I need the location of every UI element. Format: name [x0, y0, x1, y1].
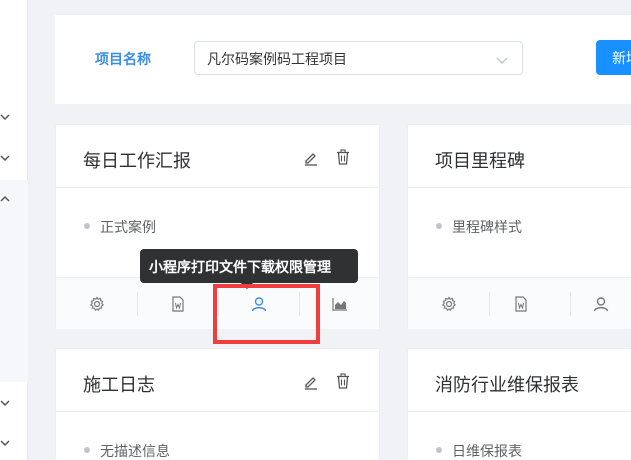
card-title: 施工日志 [83, 375, 155, 396]
tooltip: 小程序打印文件下载权限管理 [140, 249, 358, 289]
word-file-icon [514, 296, 528, 316]
settings-button[interactable] [408, 278, 489, 330]
tooltip-text: 小程序打印文件下载权限管理 [149, 260, 331, 276]
word-file-button[interactable] [480, 278, 561, 330]
list-item: 里程碑样式 [436, 217, 522, 237]
card-divider [56, 187, 379, 188]
card-divider [408, 187, 631, 188]
chevron-down-icon [496, 53, 508, 69]
report-card: 施工日志 无描述信息 [55, 348, 380, 460]
edit-icon[interactable] [303, 150, 319, 170]
report-card: 项目里程碑 里程碑样式 [407, 124, 631, 329]
project-name-label: 项目名称 [95, 52, 151, 68]
chevron-up-icon[interactable] [0, 194, 10, 204]
bullet-dot [436, 223, 442, 229]
word-file-icon [171, 296, 185, 316]
chevron-down-icon[interactable] [0, 112, 10, 122]
trash-icon[interactable] [335, 373, 351, 394]
card-title: 消防行业维保报表 [435, 375, 579, 396]
sidebar [0, 0, 28, 460]
report-card: 消防行业维保报表 日维保报表 [407, 348, 631, 460]
gear-icon [441, 296, 457, 316]
chevron-down-icon[interactable] [0, 398, 10, 408]
bullet-dot [436, 447, 442, 453]
gear-icon [89, 296, 105, 316]
new-button[interactable]: 新增 [596, 40, 631, 75]
trash-icon[interactable] [335, 149, 351, 170]
project-select[interactable]: 凡尔码案例码工程项目 [194, 41, 523, 75]
card-title: 项目里程碑 [435, 151, 525, 172]
list-item-label: 里程碑样式 [452, 220, 522, 236]
bullet-dot [84, 447, 90, 453]
filter-bar: 项目名称 凡尔码案例码工程项目 新增 [55, 14, 631, 104]
card-actions [408, 277, 631, 329]
list-item-label: 日维保报表 [452, 444, 522, 460]
settings-button[interactable] [56, 278, 137, 330]
card-divider [56, 411, 379, 412]
word-file-button[interactable] [137, 278, 218, 330]
card-divider [408, 411, 631, 412]
card-title: 每日工作汇报 [83, 151, 191, 172]
bullet-dot [84, 223, 90, 229]
list-item: 正式案例 [84, 217, 156, 237]
list-item: 无描述信息 [84, 441, 170, 460]
edit-icon[interactable] [303, 374, 319, 394]
project-select-value: 凡尔码案例码工程项目 [207, 52, 347, 68]
list-item-label: 无描述信息 [100, 444, 170, 460]
user-icon [593, 296, 609, 316]
list-item-label: 正式案例 [100, 220, 156, 236]
sidebar-active-section [0, 180, 28, 382]
area-chart-icon [331, 296, 348, 315]
chevron-down-icon[interactable] [0, 438, 10, 448]
chevron-down-icon[interactable] [0, 153, 10, 163]
highlight-box [213, 284, 320, 344]
list-item: 日维保报表 [436, 441, 522, 460]
user-permission-button[interactable] [560, 278, 631, 330]
